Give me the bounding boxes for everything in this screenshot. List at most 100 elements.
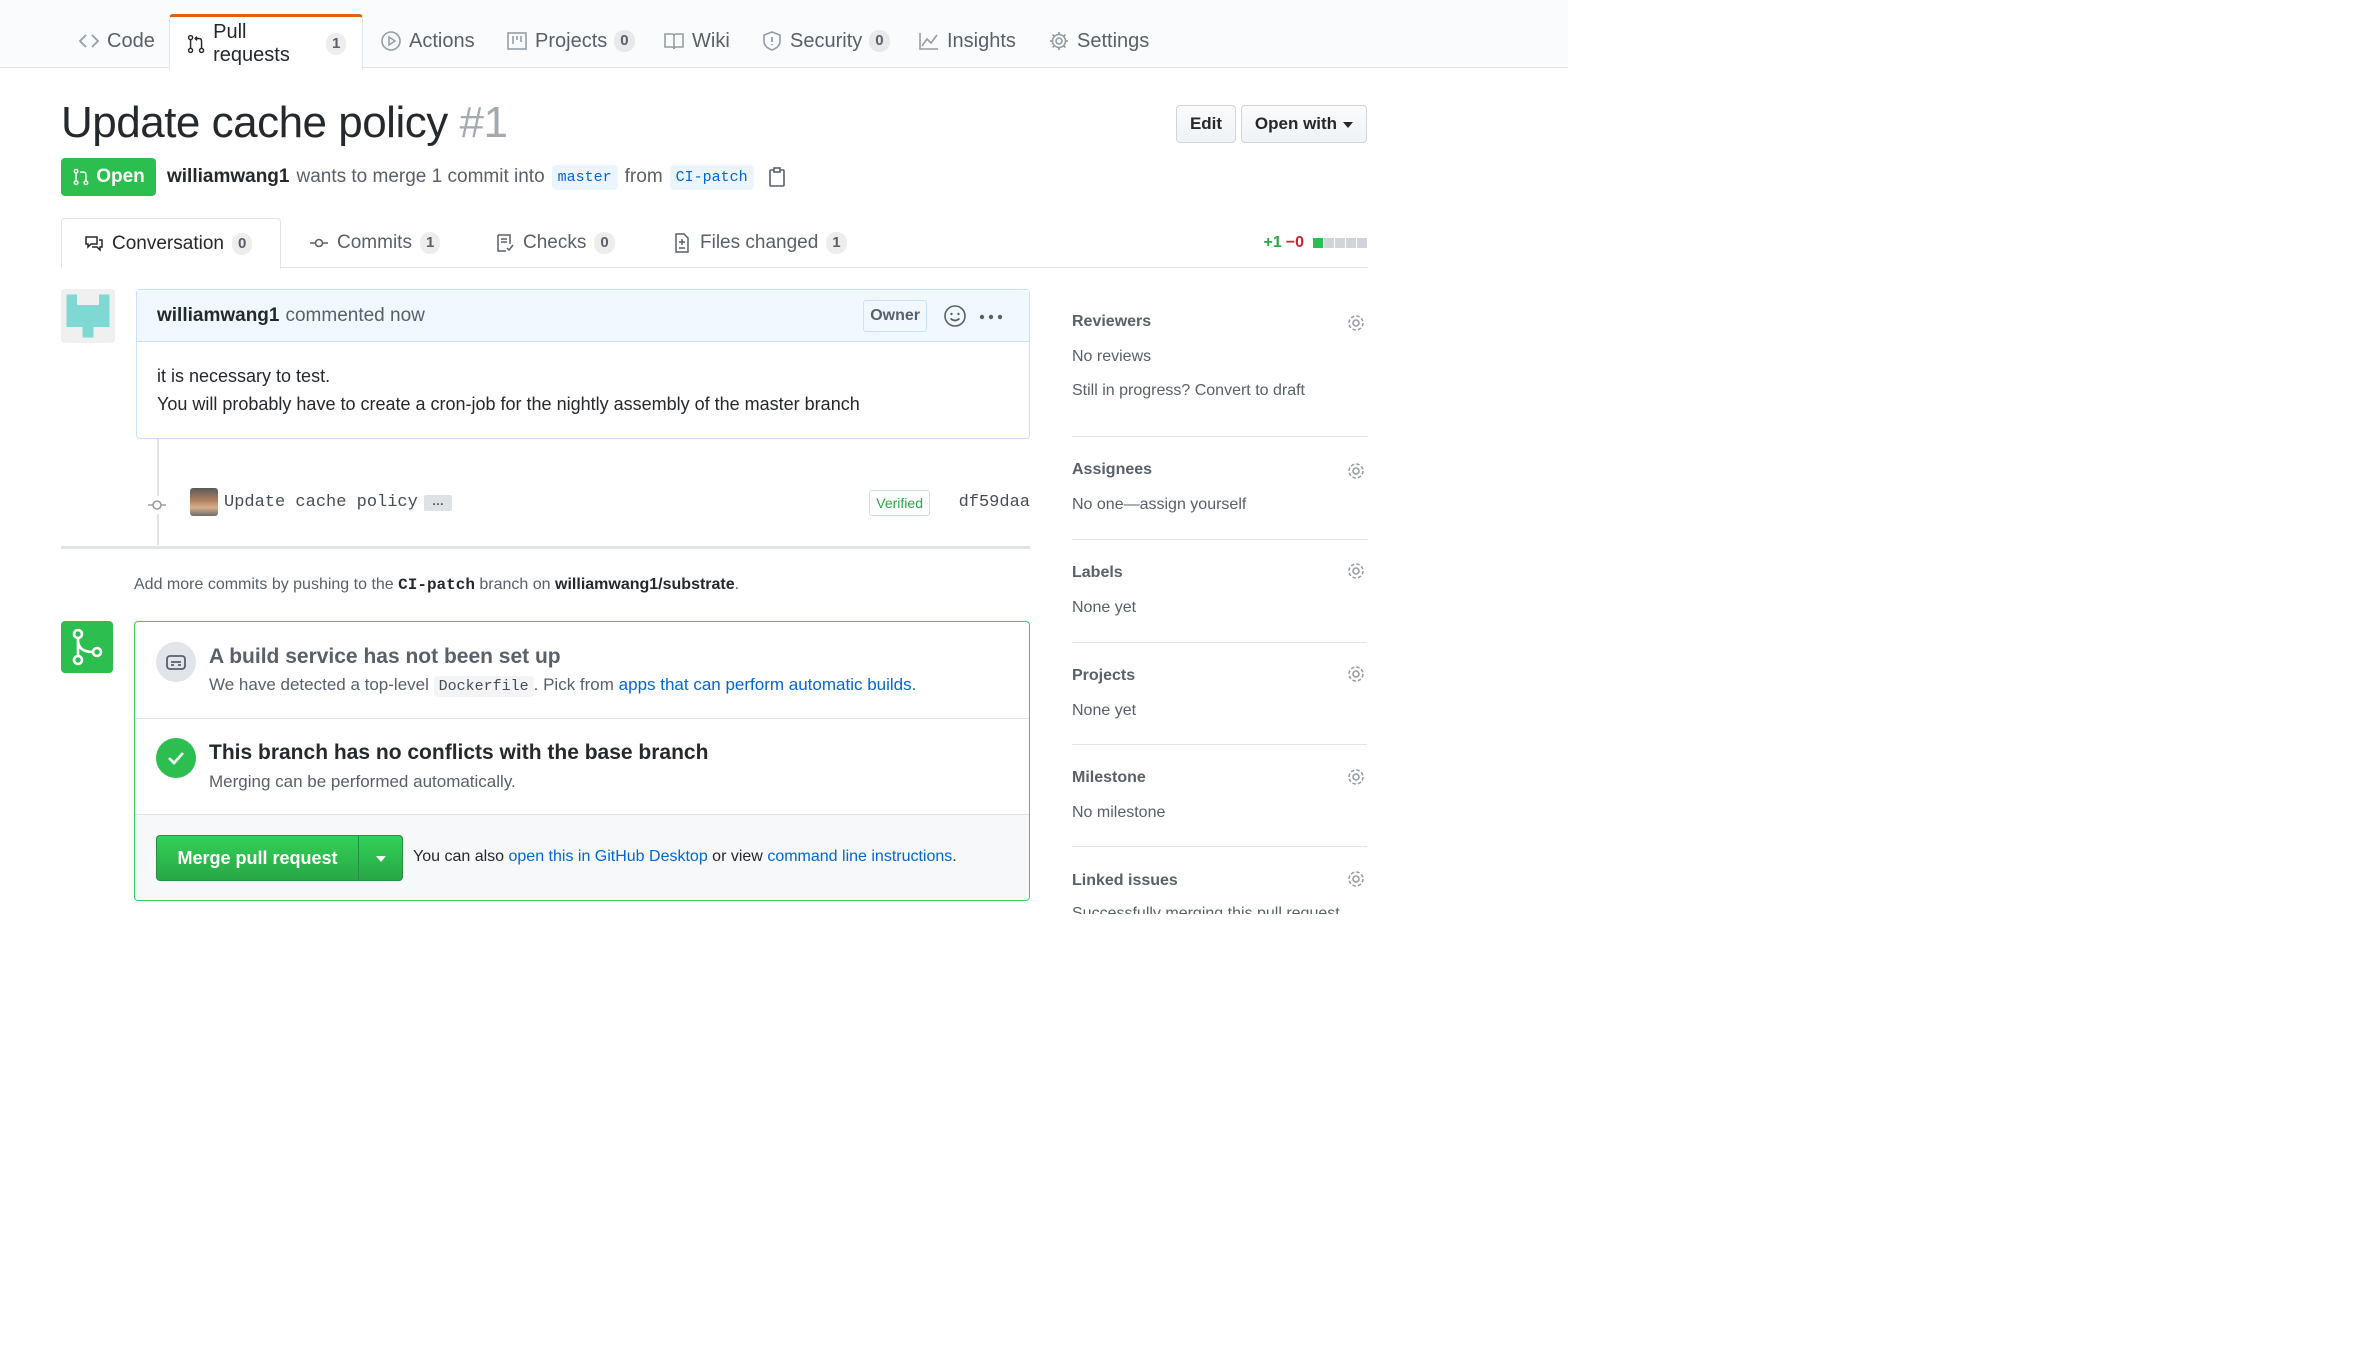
git-merge-icon xyxy=(72,628,103,666)
open-with-button[interactable]: Open with xyxy=(1241,105,1367,143)
gear-icon[interactable] xyxy=(1345,560,1367,582)
tab-insights[interactable]: Insights xyxy=(902,14,1032,68)
tab-code-label: Code xyxy=(107,29,155,52)
head-branch[interactable]: CI-patch xyxy=(669,164,754,190)
commit-author-avatar[interactable] xyxy=(190,488,218,516)
projects-count: 0 xyxy=(614,30,635,52)
avatar[interactable] xyxy=(61,289,115,343)
expand-commit-button[interactable]: … xyxy=(424,495,452,511)
tab-insights-label: Insights xyxy=(947,29,1016,52)
conflict-description: Merging can be performed automatically. xyxy=(209,772,516,791)
sidebar-heading[interactable]: Assignees xyxy=(1072,461,1152,479)
tab-pull-requests-label: Pull requests xyxy=(213,20,290,66)
code-icon xyxy=(78,34,100,48)
sidebar-projects: Projects None yet xyxy=(1072,643,1367,745)
assign-yourself-link[interactable]: No one—assign yourself xyxy=(1072,496,1246,514)
commit-icon xyxy=(148,496,166,514)
tab-files-changed[interactable]: Files changed 1 xyxy=(650,218,869,268)
gear-icon[interactable] xyxy=(1345,312,1367,334)
gear-icon[interactable] xyxy=(1345,460,1367,482)
comment-author[interactable]: williamwang1 xyxy=(157,305,279,327)
from-text: from xyxy=(624,166,663,187)
open-desktop-link[interactable]: open this in GitHub Desktop xyxy=(509,848,708,865)
commits-count: 1 xyxy=(419,232,441,254)
tab-actions[interactable]: Actions xyxy=(364,14,491,68)
tab-security-label: Security xyxy=(790,29,863,52)
clipboard-icon[interactable] xyxy=(767,166,787,188)
comment-time[interactable]: commented now xyxy=(285,305,424,327)
tab-settings[interactable]: Settings xyxy=(1032,14,1165,68)
comment-header: williamwang1 commented now Owner xyxy=(137,290,1029,342)
tab-projects[interactable]: Projects 0 xyxy=(490,14,651,68)
sidebar-milestone: Milestone No milestone xyxy=(1072,745,1367,847)
tab-files-changed-label: Files changed xyxy=(700,232,819,253)
push-note-middle: branch on xyxy=(479,576,551,593)
merge-method-dropdown[interactable] xyxy=(359,836,402,880)
build-service-section: A build service has not been set up We h… xyxy=(135,622,1029,719)
identicon-icon xyxy=(66,294,110,338)
smiley-icon[interactable] xyxy=(943,304,967,328)
tab-commits[interactable]: Commits 1 xyxy=(287,218,462,268)
edit-button[interactable]: Edit xyxy=(1176,105,1236,143)
sidebar-heading[interactable]: Linked issues xyxy=(1072,872,1178,890)
build-icon-wrap xyxy=(156,642,196,682)
build-apps-link[interactable]: apps that can perform automatic builds. xyxy=(619,675,917,694)
conflict-section: This branch has no conflicts with the ba… xyxy=(135,719,1029,815)
sidebar-heading[interactable]: Milestone xyxy=(1072,769,1146,787)
open-with-label: Open with xyxy=(1254,114,1338,133)
chevron-down-icon xyxy=(375,856,386,862)
command-line-link[interactable]: command line instructions xyxy=(767,848,952,865)
diffstat-blocks xyxy=(1312,238,1367,248)
base-branch[interactable]: master xyxy=(551,164,618,190)
gear-icon[interactable] xyxy=(1345,868,1367,890)
build-desc-mid: . Pick from xyxy=(533,675,614,694)
merge-footer: Merge pull request You can also open thi… xyxy=(135,815,1029,900)
foot-mid: or view xyxy=(712,848,763,865)
pr-title-text: Update cache policy xyxy=(61,98,448,147)
conflict-title: This branch has no conflicts with the ba… xyxy=(209,741,709,764)
tab-pull-requests[interactable]: Pull requests 1 xyxy=(169,14,363,70)
tab-projects-label: Projects xyxy=(535,29,608,52)
pr-author-link[interactable]: williamwang1 xyxy=(167,166,289,188)
comment: williamwang1 commented now Owner it is n… xyxy=(136,289,1030,439)
comment-body: it is necessary to test. You will probab… xyxy=(137,342,1029,438)
diffstat-block xyxy=(1313,238,1323,248)
tab-security[interactable]: Security 0 xyxy=(745,14,906,68)
convert-to-draft-link[interactable]: Still in progress? Convert to draft xyxy=(1072,382,1305,400)
check-icon-wrap xyxy=(156,738,196,778)
gear-icon[interactable] xyxy=(1345,766,1367,788)
tab-checks[interactable]: Checks 0 xyxy=(473,218,637,268)
diff-deletions: −0 xyxy=(1285,234,1304,251)
files-changed-count: 1 xyxy=(826,232,847,254)
file-diff-icon xyxy=(675,233,689,253)
sidebar-heading[interactable]: Reviewers xyxy=(1072,313,1151,331)
shield-icon xyxy=(763,31,781,51)
tab-commits-label: Commits xyxy=(337,232,412,253)
graph-icon xyxy=(919,33,938,50)
container-icon xyxy=(166,655,186,670)
sidebar-heading[interactable]: Projects xyxy=(1072,667,1135,685)
commit-message[interactable]: Update cache policy xyxy=(224,493,418,512)
tab-wiki[interactable]: Wiki xyxy=(647,14,746,68)
verified-badge[interactable]: Verified xyxy=(869,490,930,516)
tab-conversation[interactable]: Conversation 0 xyxy=(61,218,281,269)
push-note-branch: CI-patch xyxy=(398,576,475,594)
conversation-icon xyxy=(85,235,103,252)
merge-button-group: Merge pull request xyxy=(156,835,403,881)
commit-sha[interactable]: df59daa xyxy=(959,493,1030,512)
projects-text: None yet xyxy=(1072,702,1137,719)
merge-status-icon xyxy=(61,621,113,673)
commit-icon xyxy=(310,238,328,248)
chevron-down-icon xyxy=(1343,122,1354,128)
gear-icon[interactable] xyxy=(1345,663,1367,685)
comment-line: it is necessary to test. xyxy=(157,366,331,386)
owner-badge: Owner xyxy=(863,300,927,332)
kebab-horizontal-icon[interactable] xyxy=(979,314,1003,320)
sidebar-heading[interactable]: Labels xyxy=(1072,564,1123,582)
gear-icon xyxy=(1050,32,1068,50)
pr-tabs: Conversation 0 Commits 1 Checks 0 Files … xyxy=(61,218,1367,269)
tab-code[interactable]: Code xyxy=(62,14,171,68)
merge-button[interactable]: Merge pull request xyxy=(157,836,359,880)
diffstat-block xyxy=(1357,238,1367,248)
dockerfile-code: Dockerfile xyxy=(433,676,534,697)
